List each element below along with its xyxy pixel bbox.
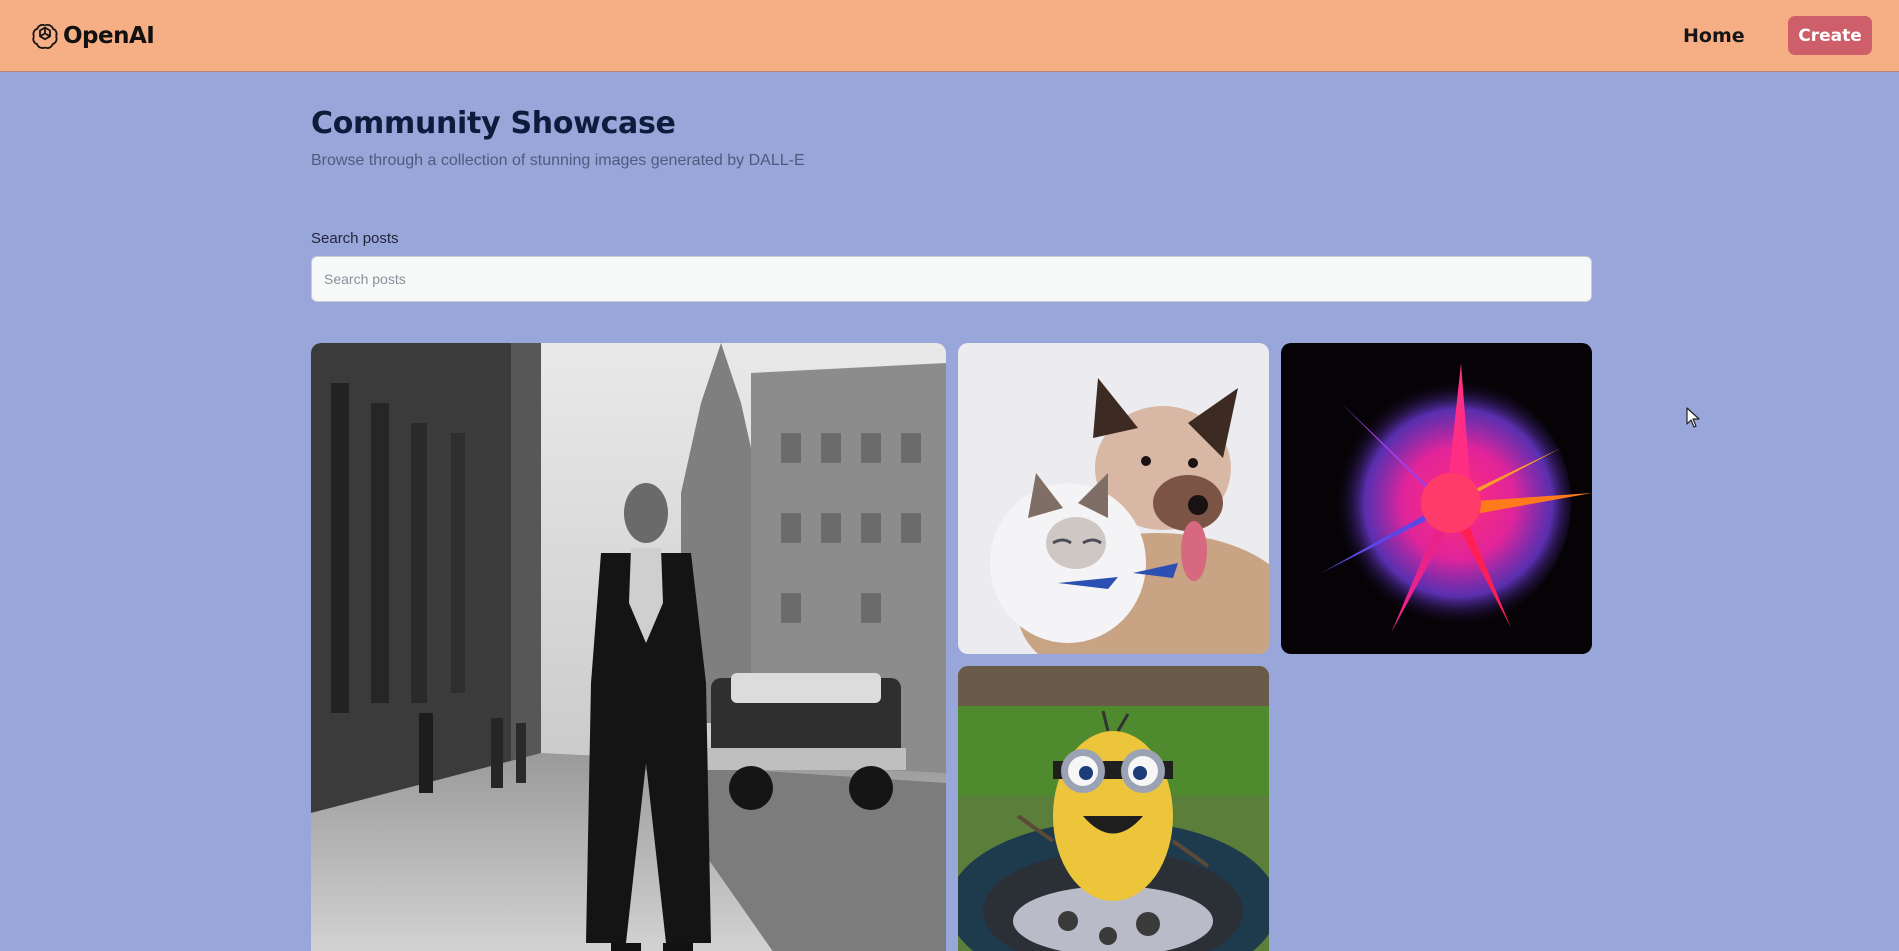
brand-name: OpenAI: [63, 23, 155, 49]
mouse-cursor-icon: [1686, 407, 1700, 428]
page-subtitle: Browse through a collection of stunning …: [311, 152, 805, 169]
gallery-card[interactable]: [958, 343, 1269, 654]
gallery-card[interactable]: [958, 666, 1269, 951]
top-navbar: OpenAI Home Create: [0, 0, 1899, 72]
street-photo-image: [311, 343, 946, 951]
color-powder-explosion-image: [1281, 343, 1592, 654]
gallery-card[interactable]: [311, 343, 946, 951]
openai-knot-icon: [32, 23, 58, 49]
page-title: Community Showcase: [311, 106, 676, 141]
search-label: Search posts: [311, 230, 399, 247]
gallery-card[interactable]: [1281, 343, 1592, 654]
cat-and-dog-image: [958, 343, 1269, 654]
search-input[interactable]: [311, 256, 1592, 302]
create-button[interactable]: Create: [1788, 16, 1872, 55]
minion-robot-image: [958, 666, 1269, 951]
nav-home-link[interactable]: Home: [1683, 22, 1745, 50]
openai-logo[interactable]: OpenAI: [31, 20, 155, 52]
